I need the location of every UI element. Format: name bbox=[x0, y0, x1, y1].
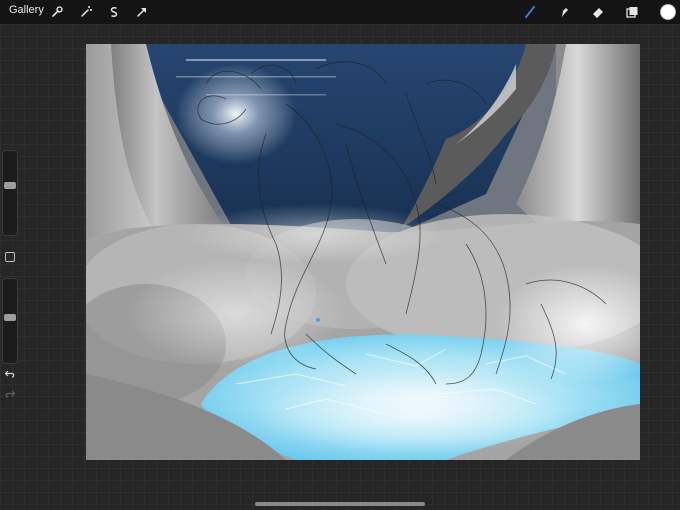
square-modifier-icon[interactable] bbox=[5, 252, 15, 262]
gallery-button[interactable]: Gallery bbox=[9, 4, 44, 16]
opacity-knob[interactable] bbox=[4, 314, 16, 321]
eraser-icon[interactable] bbox=[589, 3, 607, 21]
wrench-icon[interactable] bbox=[48, 3, 66, 21]
brush-icon[interactable] bbox=[521, 3, 539, 21]
redo-icon[interactable] bbox=[4, 388, 16, 400]
smudge-icon[interactable] bbox=[555, 3, 573, 21]
left-sidebar bbox=[0, 150, 20, 405]
layers-icon[interactable] bbox=[623, 3, 641, 21]
home-indicator[interactable] bbox=[255, 502, 425, 506]
brush-size-slider[interactable] bbox=[2, 150, 18, 236]
transform-arrow-icon[interactable] bbox=[133, 3, 151, 21]
magic-wand-icon[interactable] bbox=[77, 3, 95, 21]
color-picker-button[interactable] bbox=[660, 4, 676, 20]
undo-icon[interactable] bbox=[4, 368, 16, 380]
drawing-canvas[interactable] bbox=[86, 44, 640, 460]
selection-icon[interactable] bbox=[105, 3, 123, 21]
opacity-slider[interactable] bbox=[2, 278, 18, 364]
cave-pool-artwork bbox=[86, 44, 640, 460]
brush-size-knob[interactable] bbox=[4, 182, 16, 189]
top-toolbar: Gallery bbox=[0, 0, 680, 24]
